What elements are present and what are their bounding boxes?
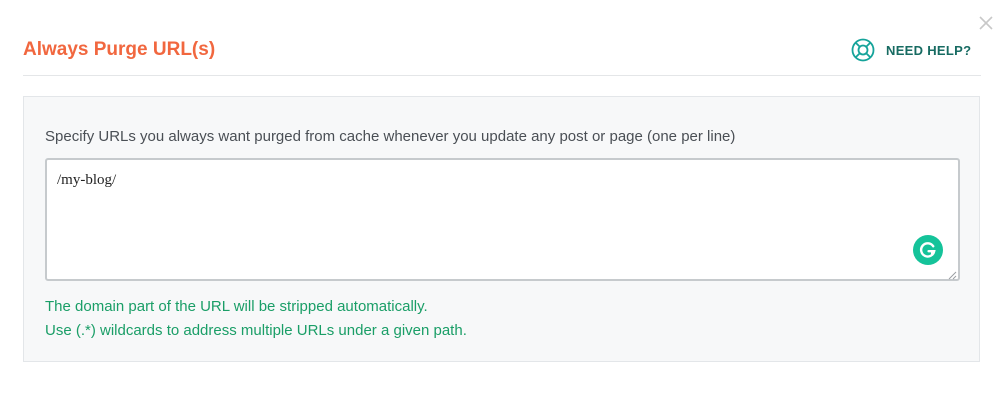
hint-wildcards: Use (.*) wildcards to address multiple U… [45,322,467,339]
need-help-label: NEED HELP? [886,42,972,58]
grammarly-icon[interactable] [913,235,943,265]
urls-textarea[interactable] [45,158,960,281]
dialog-title: Always Purge URL(s) [23,39,216,60]
lifebuoy-icon [851,38,875,62]
always-purge-urls-dialog: Always Purge URL(s) NEED HELP? Specify U… [0,0,1006,395]
hint-domain-stripped: The domain part of the URL will be strip… [45,298,428,315]
header-divider [23,75,981,76]
close-icon[interactable] [977,14,995,32]
urls-textarea-value: /my-blog/ [57,172,117,188]
need-help-link[interactable]: NEED HELP? [851,37,971,63]
instructions-text: Specify URLs you always want purged from… [45,128,736,145]
textarea-resize-handle[interactable] [947,267,957,280]
purge-urls-panel: Specify URLs you always want purged from… [23,96,980,362]
